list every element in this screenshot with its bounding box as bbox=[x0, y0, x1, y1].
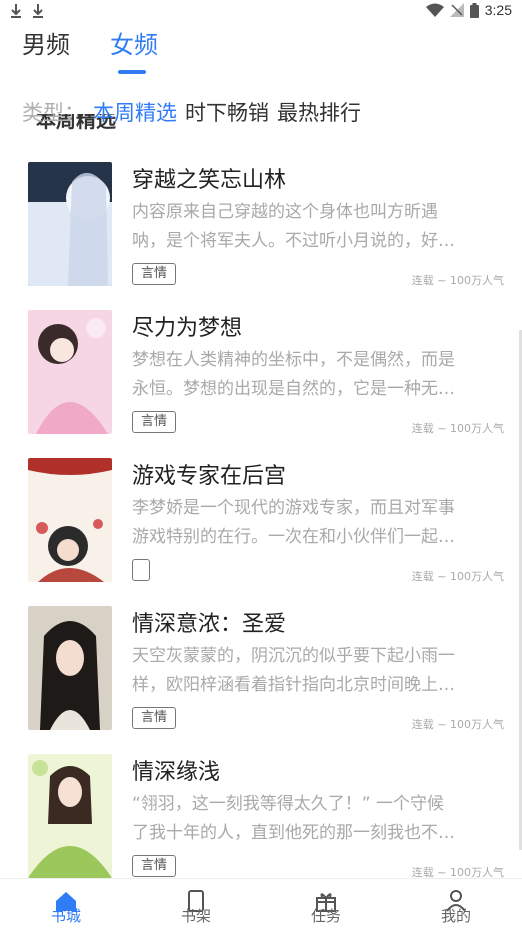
wifi-icon bbox=[425, 3, 444, 17]
nav-label: 书城 bbox=[50, 907, 81, 925]
book-description: 内容原来自己穿越的这个身体也叫方昕遇 呐，是个将军夫人。不过听小月说的，好… bbox=[132, 198, 506, 256]
book-title: 尽力为梦想 bbox=[132, 316, 243, 341]
book-item[interactable]: 游戏专家在后宫 李梦娇是一个现代的游戏专家，而且对军事 游戏特别的在行。一次在和… bbox=[0, 444, 522, 592]
category-best-selling[interactable]: 时下畅销 bbox=[185, 97, 269, 127]
book-item[interactable]: 穿越之笑忘山林 内容原来自己穿越的这个身体也叫方昕遇 呐，是个将军夫人。不过听小… bbox=[0, 148, 522, 296]
nav-profile[interactable]: 我的 bbox=[426, 889, 486, 925]
book-cover bbox=[28, 310, 112, 434]
description-line: 天空灰蒙蒙的，阴沉沉的似乎要下起小雨一 bbox=[132, 646, 455, 666]
category-filter: 类型： 本周精选 时下畅销 最热排行 bbox=[22, 96, 361, 128]
genre-tag: 言情 bbox=[132, 855, 177, 877]
book-item[interactable]: 尽力为梦想 梦想在人类精神的坐标中，不是偶然，而是 永恒。梦想的出现是自然的，它… bbox=[0, 296, 522, 444]
clock: 3:25 bbox=[484, 2, 512, 18]
book-item[interactable]: 情深意浓：圣爱 天空灰蒙蒙的，阴沉沉的似乎要下起小雨一 样，欧阳梓涵看着指针指向… bbox=[0, 592, 522, 740]
description-line: 呐，是个将军夫人。不过听小月说的，好… bbox=[132, 231, 455, 251]
no-signal-icon bbox=[449, 3, 464, 17]
genre-tag: 言情 bbox=[132, 263, 177, 285]
description-line: 梦想在人类精神的坐标中，不是偶然，而是 bbox=[132, 350, 455, 370]
book-cover bbox=[28, 606, 112, 730]
book-stats: 连载 ~ 100万人气 bbox=[411, 422, 504, 435]
description-line: 样，欧阳梓涵看着指针指向北京时间晚上… bbox=[132, 675, 455, 695]
book-description: 李梦娇是一个现代的游戏专家，而且对军事 游戏特别的在行。一次在和小伙伴们一起… bbox=[132, 494, 506, 552]
genre-tag bbox=[132, 559, 150, 581]
tab-female[interactable]: 女频 bbox=[110, 28, 158, 62]
description-line: 李梦娇是一个现代的游戏专家，而且对军事 bbox=[132, 498, 455, 518]
nav-bookshelf[interactable]: 书架 bbox=[166, 889, 226, 925]
status-bar: 3:25 bbox=[0, 0, 522, 24]
book-description: 梦想在人类精神的坐标中，不是偶然，而是 永恒。梦想的出现是自然的，它是一种无… bbox=[132, 346, 506, 404]
book-stats: 连载 ~ 100万人气 bbox=[411, 718, 504, 731]
tab-male[interactable]: 男频 bbox=[22, 28, 70, 62]
category-hot-ranking[interactable]: 最热排行 bbox=[277, 97, 361, 127]
book-cover bbox=[28, 458, 112, 582]
description-line: “翎羽，这一刻我等得太久了！” 一个守候 bbox=[132, 794, 445, 814]
download-icon bbox=[33, 4, 43, 18]
system-indicators: 3:25 bbox=[425, 2, 512, 18]
genre-tag: 言情 bbox=[132, 707, 177, 729]
description-line: 内容原来自己穿越的这个身体也叫方昕遇 bbox=[132, 202, 438, 222]
category-label: 类型： bbox=[22, 101, 85, 125]
nav-bookstore[interactable]: 书城 bbox=[36, 889, 96, 925]
bottom-nav: 书城 书架 任务 我的 bbox=[0, 878, 522, 928]
download-icon bbox=[11, 4, 21, 18]
book-title: 游戏专家在后宫 bbox=[132, 464, 287, 489]
book-description: 天空灰蒙蒙的，阴沉沉的似乎要下起小雨一 样，欧阳梓涵看着指针指向北京时间晚上… bbox=[132, 642, 506, 700]
book-item[interactable]: 情深缘浅 “翎羽，这一刻我等得太久了！” 一个守候 了我十年的人，直到他死的那一… bbox=[0, 740, 522, 888]
nav-label: 我的 bbox=[440, 907, 471, 925]
category-weekly-picks[interactable]: 本周精选 bbox=[93, 97, 177, 127]
book-title: 情深意浓：圣爱 bbox=[132, 612, 287, 637]
description-line: 永恒。梦想的出现是自然的，它是一种无… bbox=[132, 379, 455, 399]
book-stats: 连载 ~ 100万人气 bbox=[411, 570, 504, 583]
nav-label: 书架 bbox=[180, 907, 211, 925]
book-description: “翎羽，这一刻我等得太久了！” 一个守候 了我十年的人，直到他死的那一刻我也不… bbox=[132, 790, 506, 848]
nav-tasks[interactable]: 任务 bbox=[296, 889, 356, 925]
gender-tabs: 男频 女频 bbox=[0, 28, 522, 84]
book-stats: 连载 ~ 100万人气 bbox=[411, 274, 504, 287]
notification-icons bbox=[10, 3, 44, 19]
description-line: 游戏特别的在行。一次在和小伙伴们一起… bbox=[132, 527, 455, 547]
book-cover bbox=[28, 162, 112, 286]
genre-tag: 言情 bbox=[132, 411, 177, 433]
book-cover bbox=[28, 754, 112, 878]
active-tab-indicator bbox=[118, 70, 146, 74]
book-title: 穿越之笑忘山林 bbox=[132, 168, 287, 193]
description-line: 了我十年的人，直到他死的那一刻我也不… bbox=[132, 823, 455, 843]
battery-icon bbox=[469, 2, 479, 18]
nav-label: 任务 bbox=[310, 907, 341, 925]
book-title: 情深缘浅 bbox=[132, 760, 221, 785]
